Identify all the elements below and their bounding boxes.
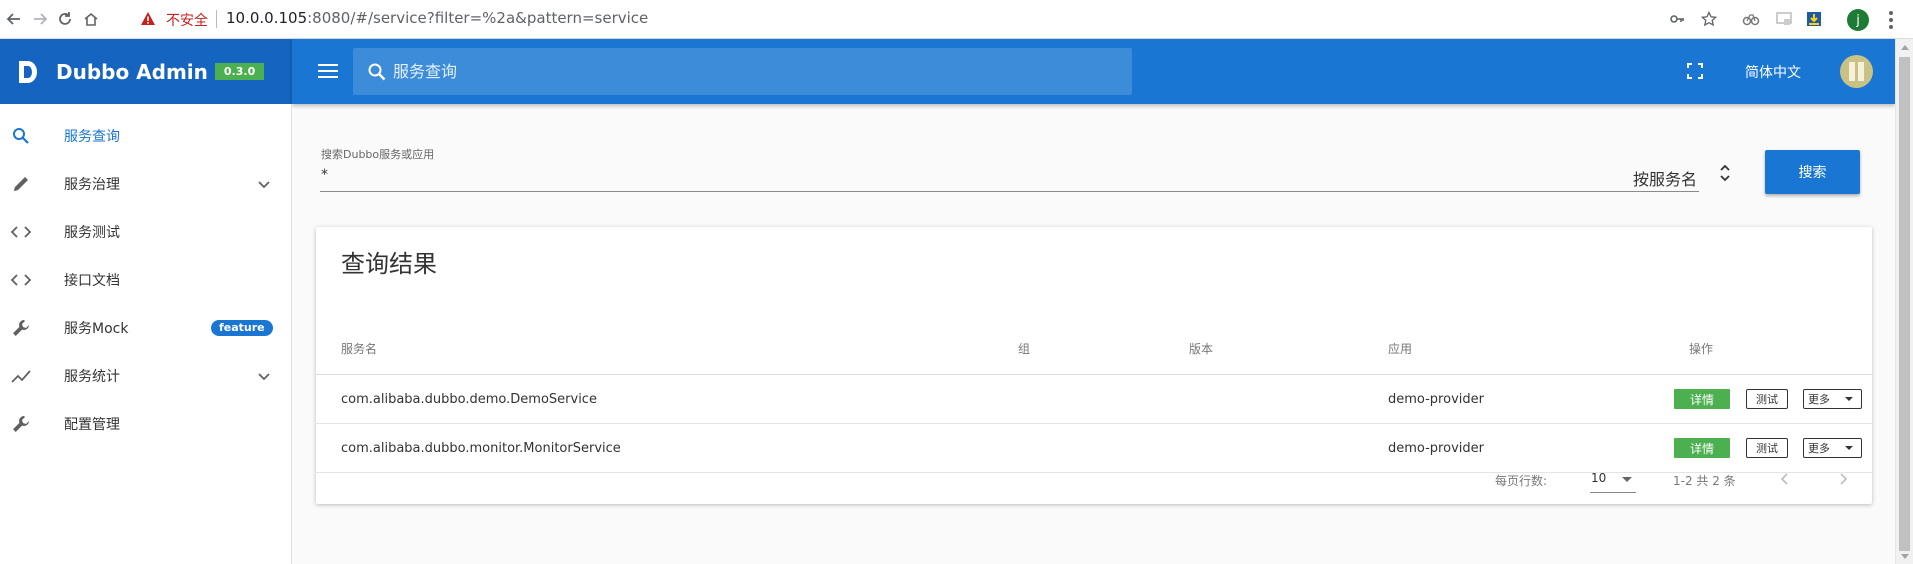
back-arrow-icon[interactable] bbox=[3, 8, 25, 30]
code-icon bbox=[10, 221, 32, 243]
dubbo-logo-icon bbox=[17, 59, 39, 85]
insecure-label[interactable]: 不安全 bbox=[166, 10, 208, 30]
app-name: Dubbo Admin bbox=[56, 59, 208, 84]
sidebar-item-label: 服务Mock bbox=[64, 321, 129, 337]
table-row: com.alibaba.dubbo.demo.DemoService demo-… bbox=[316, 376, 1872, 424]
extension-icon[interactable] bbox=[1742, 10, 1760, 28]
version-badge: 0.3.0 bbox=[214, 63, 265, 80]
table-header: 服务名 组 版本 应用 操作 bbox=[316, 309, 1872, 375]
service-name-cell: com.alibaba.dubbo.demo.DemoService bbox=[341, 392, 597, 407]
app-cell: demo-provider bbox=[1388, 441, 1484, 456]
sidebar-item-service-test[interactable]: 服务测试 bbox=[0, 210, 291, 254]
download-icon[interactable] bbox=[1805, 10, 1823, 28]
test-button[interactable]: 测试 bbox=[1746, 389, 1788, 409]
scrollbar-thumb[interactable] bbox=[1899, 57, 1910, 551]
forward-arrow-icon[interactable] bbox=[29, 8, 51, 30]
sidebar-item-label: 配置管理 bbox=[64, 417, 120, 433]
page-info: 1-2 共 2 条 bbox=[1673, 474, 1736, 488]
more-label: 更多 bbox=[1808, 442, 1830, 455]
profile-initial: j bbox=[1856, 12, 1860, 28]
rows-per-page-select[interactable]: 10 bbox=[1590, 463, 1636, 493]
home-icon[interactable] bbox=[80, 8, 102, 30]
column-header-group[interactable]: 组 bbox=[1018, 340, 1030, 357]
search-field-underline bbox=[320, 191, 1699, 192]
chevron-down-icon[interactable] bbox=[256, 176, 272, 192]
sidebar-item-service-query[interactable]: 服务查询 bbox=[0, 114, 291, 158]
scroll-up-arrow-icon[interactable] bbox=[1901, 45, 1909, 50]
brand-header: Dubbo Admin 0.3.0 bbox=[0, 39, 292, 104]
app-cell: demo-provider bbox=[1388, 392, 1484, 407]
rows-per-page-value: 10 bbox=[1591, 471, 1607, 485]
page-scrollbar[interactable] bbox=[1895, 39, 1913, 564]
caret-down-icon bbox=[1845, 446, 1853, 450]
prev-page-chevron-icon[interactable] bbox=[1774, 468, 1796, 490]
column-header-actions: 操作 bbox=[1689, 342, 1714, 356]
url-host: 10.0.0.105 bbox=[226, 9, 308, 27]
sidebar-item-config-management[interactable]: 配置管理 bbox=[0, 402, 291, 446]
sidebar-item-label: 服务治理 bbox=[64, 177, 120, 193]
language-switcher[interactable]: 简体中文 bbox=[1745, 62, 1801, 82]
service-name-cell: com.alibaba.dubbo.monitor.MonitorService bbox=[341, 441, 621, 456]
search-icon bbox=[367, 62, 387, 82]
browser-toolbar: 不安全 10.0.0.105:8080/#/service?filter=%2a… bbox=[0, 0, 1913, 39]
cast-icon[interactable] bbox=[1775, 10, 1793, 28]
global-search-box[interactable] bbox=[353, 48, 1132, 95]
detail-button[interactable]: 详情 bbox=[1674, 389, 1730, 409]
next-page-chevron-icon[interactable] bbox=[1832, 468, 1854, 490]
app-toolbar: 简体中文 bbox=[292, 39, 1895, 104]
sidebar-item-label: 服务统计 bbox=[64, 369, 120, 385]
search-icon bbox=[10, 125, 32, 147]
results-title: 查询结果 bbox=[341, 250, 437, 278]
sidebar-item-service-governance[interactable]: 服务治理 bbox=[0, 162, 291, 206]
trending-icon bbox=[10, 365, 32, 387]
reload-icon[interactable] bbox=[54, 8, 76, 30]
wrench-icon bbox=[10, 317, 32, 339]
search-button[interactable]: 搜索 bbox=[1765, 150, 1860, 194]
code-icon bbox=[10, 269, 32, 291]
table-pagination: 每页行数: 10 1-2 共 2 条 bbox=[316, 455, 1872, 504]
star-bookmark-icon[interactable] bbox=[1700, 10, 1718, 28]
sidebar-item-label: 服务测试 bbox=[64, 225, 120, 241]
rows-per-page-label: 每页行数: bbox=[1495, 474, 1548, 488]
sidebar-item-api-docs[interactable]: 接口文档 bbox=[0, 258, 291, 302]
search-field-label: 搜索Dubbo服务或应用 bbox=[321, 148, 435, 161]
column-header-version[interactable]: 版本 bbox=[1189, 340, 1213, 357]
key-icon[interactable] bbox=[1668, 10, 1686, 28]
global-search-input[interactable] bbox=[391, 51, 1132, 92]
profile-avatar[interactable]: j bbox=[1847, 9, 1869, 31]
sidebar-item-service-stats[interactable]: 服务统计 bbox=[0, 354, 291, 398]
search-type-select[interactable]: 按服务名 bbox=[1633, 166, 1697, 190]
caret-down-icon bbox=[1845, 397, 1853, 401]
results-card: 查询结果 服务名 组 版本 应用 操作 com.alibaba.dubbo.de… bbox=[316, 227, 1872, 504]
column-header-service[interactable]: 服务名 bbox=[341, 340, 377, 357]
url-path: :8080/#/service?filter=%2a&pattern=servi… bbox=[307, 9, 649, 27]
user-avatar[interactable] bbox=[1840, 55, 1873, 88]
wrench-icon bbox=[10, 413, 32, 435]
service-search-form: 搜索Dubbo服务或应用 按服务名 bbox=[320, 146, 1699, 194]
sidebar-item-label: 接口文档 bbox=[64, 273, 120, 289]
sidebar-item-label: 服务查询 bbox=[64, 129, 120, 145]
sidebar-item-service-mock[interactable]: 服务Mock feature bbox=[0, 306, 291, 350]
feature-badge: feature bbox=[211, 320, 273, 336]
fullscreen-icon[interactable] bbox=[1685, 61, 1705, 81]
scroll-down-arrow-icon[interactable] bbox=[1901, 554, 1909, 559]
url-separator bbox=[216, 10, 217, 28]
column-header-app[interactable]: 应用 bbox=[1388, 340, 1412, 357]
more-label: 更多 bbox=[1808, 393, 1830, 406]
address-bar[interactable]: 10.0.0.105:8080/#/service?filter=%2a&pat… bbox=[226, 9, 648, 27]
chevron-down-icon[interactable] bbox=[256, 368, 272, 384]
caret-down-icon bbox=[1622, 477, 1632, 482]
more-dropdown-button[interactable]: 更多 bbox=[1803, 389, 1862, 409]
sidebar: 服务查询 服务治理 服务测试 接口文档 服务Mock feature 服务统计 bbox=[0, 104, 292, 564]
select-arrows-icon[interactable] bbox=[1718, 162, 1732, 184]
pencil-icon bbox=[10, 173, 32, 195]
warning-triangle-icon[interactable] bbox=[140, 11, 156, 27]
browser-menu-icon[interactable] bbox=[1884, 9, 1898, 31]
hamburger-menu-icon[interactable] bbox=[318, 61, 338, 81]
service-search-input[interactable] bbox=[321, 164, 1621, 186]
